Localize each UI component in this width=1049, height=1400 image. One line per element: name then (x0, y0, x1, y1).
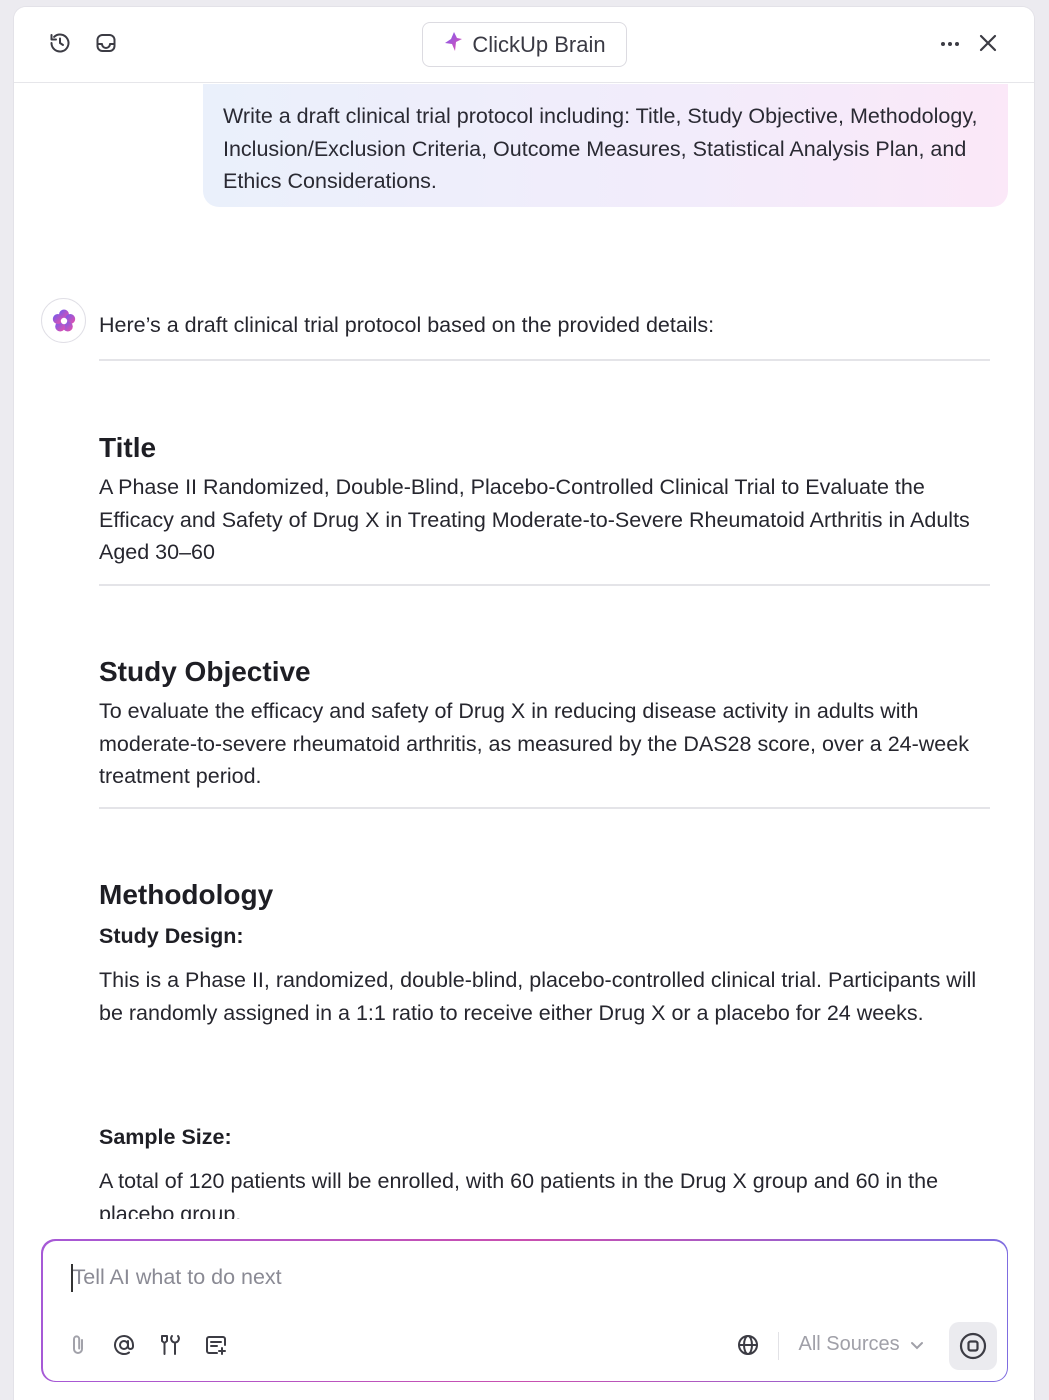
tools-icon[interactable] (155, 1330, 185, 1360)
body-study-design: This is a Phase II, randomized, double-b… (99, 968, 977, 1025)
prompt-composer: All Sources (41, 1239, 1008, 1382)
section-heading-title: Title (99, 432, 157, 463)
divider (99, 807, 990, 809)
stop-button[interactable] (948, 1321, 997, 1370)
section-body-objective: To evaluate the efficacy and safety of D… (99, 699, 969, 788)
panel-header: ClickUp Brain (14, 7, 1034, 83)
divider (99, 584, 990, 586)
divider (99, 359, 990, 361)
brain-logo-icon (443, 31, 463, 59)
history-icon[interactable] (46, 29, 74, 57)
stop-icon (959, 1332, 986, 1359)
user-message: Write a draft clinical trial protocol in… (203, 84, 1008, 207)
toolbar-divider (777, 1331, 779, 1360)
panel-title: ClickUp Brain (472, 31, 606, 57)
prompt-input[interactable] (72, 1260, 953, 1295)
brain-panel: ClickUp Brain Write a draft clinical tri… (14, 7, 1034, 1400)
section-heading-methodology: Methodology (99, 879, 274, 910)
brain-flower-icon (52, 309, 75, 331)
section-body-title: A Phase II Randomized, Double-Blind, Pla… (99, 475, 970, 564)
section-heading-objective: Study Objective (99, 656, 311, 687)
assistant-avatar (41, 298, 86, 343)
close-icon[interactable] (974, 29, 1002, 57)
attachment-icon[interactable] (63, 1330, 93, 1360)
inbox-icon[interactable] (92, 29, 120, 57)
sources-dropdown[interactable]: All Sources (799, 1333, 924, 1356)
conversation-area[interactable]: Write a draft clinical trial protocol in… (14, 84, 1034, 1219)
web-search-icon[interactable] (733, 1330, 763, 1360)
mention-icon[interactable] (109, 1330, 139, 1360)
title-pill[interactable]: ClickUp Brain (422, 22, 627, 67)
create-doc-icon[interactable] (201, 1330, 231, 1360)
sources-label: All Sources (798, 1332, 900, 1355)
assistant-intro: Here’s a draft clinical trial protocol b… (99, 313, 715, 337)
subheading-sample-size: Sample Size: (99, 1125, 232, 1149)
body-sample-size: A total of 120 patients will be enrolled… (99, 1169, 939, 1219)
chevron-down-icon (910, 1333, 924, 1356)
subheading-study-design: Study Design: (99, 924, 244, 948)
more-icon[interactable] (936, 29, 964, 57)
